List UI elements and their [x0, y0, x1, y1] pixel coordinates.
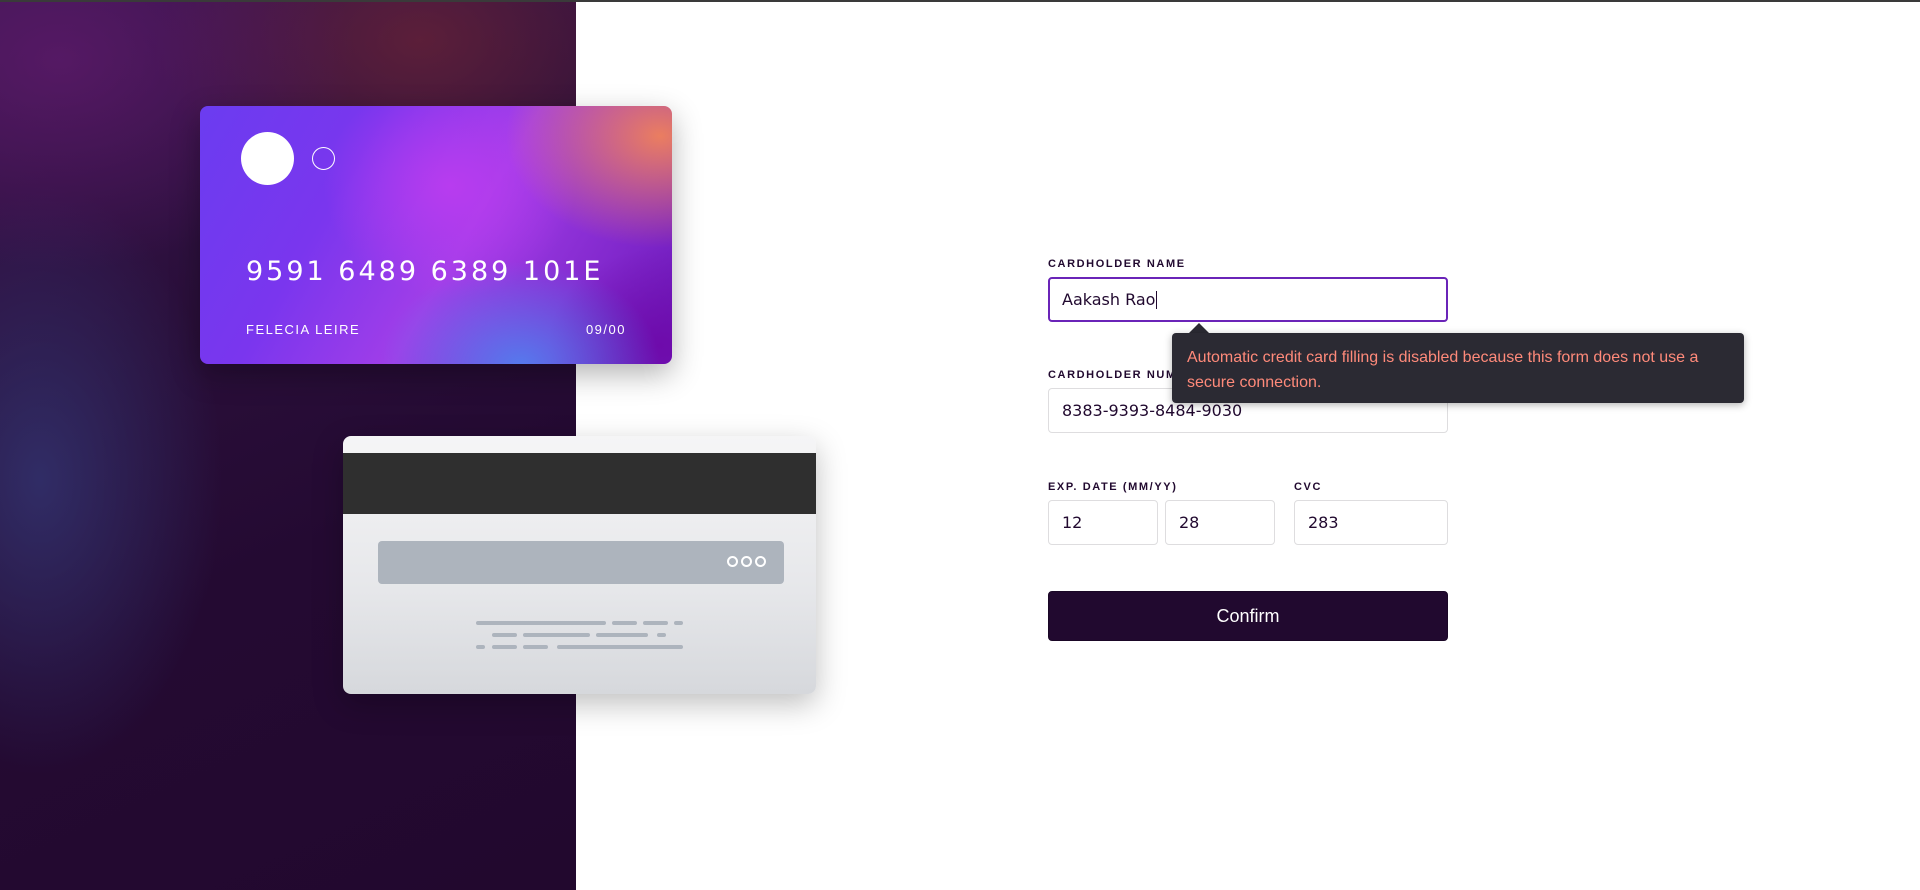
- exp-month-value: 12: [1062, 513, 1083, 532]
- text-caret: [1156, 290, 1158, 309]
- autofill-disabled-tooltip: Automatic credit card filling is disable…: [1172, 333, 1744, 403]
- signature-strip: [378, 541, 784, 584]
- card-number-value: 8383-9393-8484-9030: [1062, 401, 1243, 420]
- card-holder-display: FELECIA LEIRE: [246, 322, 361, 337]
- browser-top-border: [0, 0, 1920, 2]
- card-expiry-display: 09/00: [585, 322, 626, 337]
- cvc-input[interactable]: 283: [1294, 500, 1448, 545]
- cardholder-name-label: CARDHOLDER NAME: [1048, 258, 1186, 270]
- exp-date-label: EXP. DATE (MM/YY): [1048, 481, 1178, 493]
- card-back: [343, 436, 816, 694]
- card-number-display: 9591 6489 6389 101E: [246, 256, 604, 287]
- cardholder-number-label: CARDHOLDER NUM: [1048, 369, 1177, 381]
- card-logo-circle-filled: [241, 132, 294, 185]
- cvc-value: 283: [1308, 513, 1339, 532]
- cardholder-name-input[interactable]: Aakash Rao: [1048, 277, 1448, 322]
- cardholder-name-value: Aakash Rao: [1062, 290, 1156, 309]
- exp-month-input[interactable]: 12: [1048, 500, 1158, 545]
- card-logo-circle-outline: [312, 147, 335, 170]
- confirm-button[interactable]: Confirm: [1048, 591, 1448, 641]
- cvc-dots-icon: [727, 556, 766, 567]
- magnetic-stripe: [343, 453, 816, 514]
- card-front: 9591 6489 6389 101E FELECIA LEIRE 09/00: [200, 106, 672, 364]
- exp-year-value: 28: [1179, 513, 1200, 532]
- tooltip-message: Automatic credit card filling is disable…: [1187, 349, 1699, 391]
- exp-year-input[interactable]: 28: [1165, 500, 1275, 545]
- cvc-label: CVC: [1294, 481, 1323, 493]
